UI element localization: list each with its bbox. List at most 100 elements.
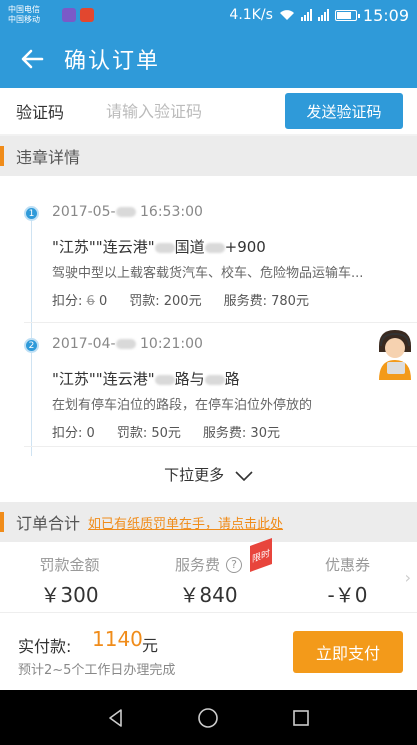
redacted-mark bbox=[154, 374, 175, 385]
pay-amount: 1140 bbox=[92, 627, 143, 651]
service-label: 服务费: bbox=[223, 294, 267, 309]
carrier-1: 中国电信 bbox=[8, 5, 40, 14]
violation-description: 驾驶中型以上载客载货汽车、校车、危险物品运输车... bbox=[52, 266, 364, 281]
status-bar: 中国电信 中国移动 4.1K/s 15:09 bbox=[0, 0, 417, 30]
wifi-icon bbox=[279, 10, 294, 20]
verify-code-input[interactable] bbox=[106, 101, 276, 121]
fine-total-label: 罚款金额 bbox=[39, 556, 100, 574]
violation-address: "江苏""连云港" 路与 路 bbox=[52, 368, 240, 389]
fine-field: 罚款: 50元 bbox=[117, 422, 181, 441]
redacted-mark bbox=[204, 374, 225, 385]
points-field: 扣分: 0 bbox=[52, 422, 95, 441]
order-title: 订单合计 bbox=[16, 514, 81, 533]
fine-total: 罚款金额 ￥300 bbox=[0, 542, 139, 612]
send-code-button[interactable]: 发送验证码 bbox=[285, 93, 403, 129]
address-road: 路与 bbox=[174, 370, 205, 388]
system-nav-bar bbox=[0, 690, 417, 745]
screen: 中国电信 中国移动 4.1K/s 15:09 确认订单 验证码 发送验证码 bbox=[0, 0, 417, 745]
chevron-down-icon bbox=[235, 470, 253, 481]
pay-now-button[interactable]: 立即支付 bbox=[293, 631, 403, 673]
verify-code-label: 验证码 bbox=[16, 103, 65, 122]
arrow-left-icon bbox=[21, 49, 44, 69]
service-field: 服务费: 780元 bbox=[224, 290, 309, 309]
section-accent-bar bbox=[0, 512, 4, 532]
redacted-mark bbox=[115, 207, 136, 217]
clock: 15:09 bbox=[362, 5, 409, 25]
violation-clock: 10:21:00 bbox=[140, 336, 203, 352]
battery-icon bbox=[334, 9, 360, 21]
signal-icon bbox=[300, 9, 312, 21]
violation-description: 在划有停车泊位的路段，在停车泊位外停放的 bbox=[52, 398, 313, 413]
redacted-mark bbox=[204, 242, 225, 253]
service-total: 服务费 ? ￥840 限时 bbox=[139, 537, 278, 612]
timeline-dot: 2 bbox=[24, 338, 39, 353]
carrier-2: 中国移动 bbox=[8, 15, 40, 24]
service-value: 780元 bbox=[271, 294, 309, 309]
points-value: 0 bbox=[86, 426, 95, 441]
payment-bar: 实付款: 1140 元 预计2~5个工作日办理完成 立即支付 bbox=[0, 612, 417, 690]
violations-section-header: 违章详情 bbox=[0, 136, 417, 176]
app-bar: 确认订单 bbox=[0, 30, 417, 88]
violation-date: 2017-04- bbox=[52, 336, 116, 352]
violation-date: 2017-05- bbox=[52, 204, 116, 220]
customer-service-avatar[interactable] bbox=[367, 322, 417, 382]
divider bbox=[24, 446, 417, 447]
service-value: 30元 bbox=[250, 426, 280, 441]
pay-note: 预计2~5个工作日办理完成 bbox=[18, 663, 176, 678]
coupon-value: -￥0 bbox=[327, 583, 368, 607]
points-old: 6 bbox=[86, 294, 95, 309]
violation-address: "江苏""连云港" 国道 +900 bbox=[52, 236, 266, 257]
service-label: 服务费: bbox=[202, 426, 247, 441]
load-more-button[interactable]: 下拉更多 bbox=[0, 464, 417, 485]
paper-ticket-link[interactable]: 如已有纸质罚单在手，请点击此处 bbox=[88, 513, 283, 532]
help-icon[interactable]: ? bbox=[226, 556, 242, 573]
service-total-label: 服务费 bbox=[174, 556, 220, 574]
redacted-mark bbox=[154, 242, 175, 253]
service-total-value: ￥840 bbox=[179, 583, 238, 607]
pay-label: 实付款: bbox=[18, 637, 72, 656]
carrier-info: 中国电信 中国移动 bbox=[8, 5, 62, 25]
divider bbox=[24, 322, 417, 323]
network-speed: 4.1K/s bbox=[229, 7, 273, 23]
nav-recents-icon[interactable] bbox=[291, 708, 311, 728]
address-road: 国道 bbox=[174, 238, 205, 256]
chevron-right-icon: › bbox=[404, 568, 411, 587]
violation-fees: 扣分: 0 罚款: 50元 服务费: 30元 bbox=[52, 422, 280, 441]
coupon-total[interactable]: 优惠券 -￥0 › bbox=[278, 542, 417, 612]
timeline-line bbox=[31, 206, 32, 456]
back-button[interactable] bbox=[0, 30, 64, 88]
page-title: 确认订单 bbox=[64, 49, 161, 74]
service-field: 服务费: 30元 bbox=[203, 422, 280, 441]
timeline-dot: 1 bbox=[24, 206, 39, 221]
fine-field: 罚款: 200元 bbox=[129, 290, 201, 309]
signal-icon bbox=[317, 9, 329, 21]
verify-code-row: 验证码 发送验证码 bbox=[0, 88, 417, 134]
load-more-label: 下拉更多 bbox=[164, 466, 225, 484]
order-section-header: 订单合计 如已有纸质罚单在手，请点击此处 bbox=[0, 502, 417, 542]
fine-total-value: ￥300 bbox=[40, 583, 99, 607]
points-field: 扣分: 6 0 bbox=[52, 290, 107, 309]
address-region: "江苏""连云港" bbox=[52, 238, 155, 256]
section-accent-bar bbox=[0, 146, 4, 166]
violation-time: 2017-04- 10:21:00 bbox=[52, 336, 203, 352]
violation-time: 2017-05- 16:53:00 bbox=[52, 204, 203, 220]
totals-row: 罚款金额 ￥300 服务费 ? ￥840 限时 优惠券 -￥0 › bbox=[0, 537, 417, 612]
address-region: "江苏""连云港" bbox=[52, 370, 155, 388]
violations-title: 违章详情 bbox=[16, 148, 81, 167]
redacted-mark bbox=[115, 339, 136, 349]
notification-app-icon bbox=[62, 8, 76, 22]
nav-home-icon[interactable] bbox=[197, 707, 219, 729]
violation-clock: 16:53:00 bbox=[140, 204, 203, 220]
violation-fees: 扣分: 6 0 罚款: 200元 服务费: 780元 bbox=[52, 290, 309, 309]
points-label: 扣分: bbox=[52, 426, 83, 441]
coupon-label: 优惠券 bbox=[324, 556, 370, 574]
status-icons: 4.1K/s 15:09 bbox=[229, 6, 409, 25]
points-label: 扣分: bbox=[52, 294, 83, 309]
notification-app-icon bbox=[80, 8, 94, 22]
address-mile: 路 bbox=[224, 370, 240, 388]
points-value: 0 bbox=[98, 294, 108, 309]
fine-label: 罚款: bbox=[116, 426, 148, 441]
fine-label: 罚款: bbox=[129, 294, 160, 309]
nav-back-icon[interactable] bbox=[106, 708, 126, 728]
pay-unit: 元 bbox=[142, 636, 159, 655]
